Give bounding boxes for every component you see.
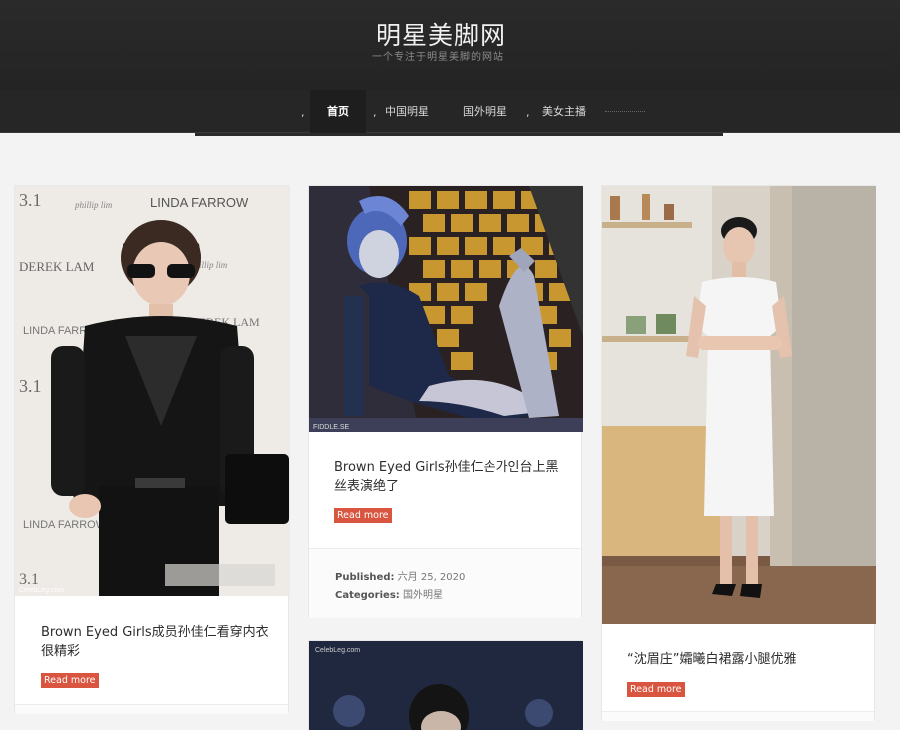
published-date: 六月 25, 2020	[397, 572, 466, 583]
published-label: Published:	[335, 572, 395, 583]
nav-separator: ,	[373, 106, 377, 119]
post-title[interactable]: “沈眉庄”孀曦白裙露小腿优雅	[627, 650, 859, 669]
image-watermark: CelebLeg.com	[19, 587, 64, 594]
nav-overflow-indicator	[605, 111, 645, 117]
post-card: CelebLeg.com	[308, 640, 583, 730]
post-card: 3.1 LINDA FARROW DEREK LAM DEREK LAM LIN…	[14, 185, 290, 714]
category-link[interactable]: 国外明星	[403, 590, 443, 601]
nav-item-china-stars[interactable]: 中国明星	[385, 90, 429, 133]
post-meta-footer	[602, 711, 874, 721]
main-nav	[0, 90, 900, 133]
nav-item-home[interactable]: 首页	[310, 90, 366, 133]
backdrop-text: 3.1	[19, 571, 39, 588]
read-more-button[interactable]: Read more	[334, 508, 392, 523]
categories-label: Categories:	[335, 590, 400, 601]
read-more-button[interactable]: Read more	[41, 673, 99, 688]
nav-separator: ,	[301, 106, 305, 119]
post-card: FIDDLE.SE Brown Eyed Girls孙佳仁손가인台上黑丝表演绝了…	[308, 185, 583, 618]
backdrop-text: 3.1	[19, 376, 42, 396]
post-photo-graphic: FIDDLE.SE	[309, 186, 583, 432]
post-title[interactable]: Brown Eyed Girls孙佳仁손가인台上黑丝表演绝了	[334, 458, 566, 496]
post-meta: Published: 六月 25, 2020 Categories: 国外明星	[309, 548, 581, 618]
image-watermark: FIDDLE.SE	[313, 424, 350, 431]
post-categories: Categories: 国外明星	[335, 586, 443, 601]
site-tagline: 一个专注于明星美脚的网站	[372, 52, 504, 63]
post-photo-graphic: CelebLeg.com	[309, 641, 583, 730]
post-card: “沈眉庄”孀曦白裙露小腿优雅 Read more	[601, 185, 876, 721]
backdrop-text: DEREK LAM	[19, 259, 95, 274]
post-image[interactable]: FIDDLE.SE	[309, 186, 583, 432]
image-watermark: CelebLeg.com	[315, 647, 360, 654]
post-image[interactable]: CelebLeg.com	[309, 641, 583, 730]
backdrop-text: phillip lim	[74, 200, 113, 210]
post-image[interactable]: 3.1 LINDA FARROW DEREK LAM DEREK LAM LIN…	[15, 186, 290, 596]
backdrop-text: 3.1	[19, 190, 42, 210]
site-title[interactable]: 明星美脚网	[376, 16, 506, 52]
post-photo-graphic	[602, 186, 876, 624]
backdrop-text: LINDA FARROW	[150, 195, 249, 210]
post-image[interactable]	[602, 186, 876, 624]
nav-separator: ,	[526, 106, 530, 119]
read-more-button[interactable]: Read more	[627, 682, 685, 697]
site-header: 明星美脚网 一个专注于明星美脚的网站	[0, 0, 900, 90]
post-published: Published: 六月 25, 2020	[335, 568, 465, 583]
nav-item-foreign-stars[interactable]: 国外明星	[463, 90, 507, 133]
post-photo-graphic: 3.1 LINDA FARROW DEREK LAM DEREK LAM LIN…	[15, 186, 290, 596]
post-meta-footer	[15, 704, 288, 714]
nav-underline	[195, 133, 723, 136]
post-title[interactable]: Brown Eyed Girls成员孙佳仁看穿内衣很精彩	[41, 623, 271, 661]
nav-item-streamers[interactable]: 美女主播	[542, 90, 586, 133]
backdrop-text: LINDA FARROW	[23, 519, 107, 531]
